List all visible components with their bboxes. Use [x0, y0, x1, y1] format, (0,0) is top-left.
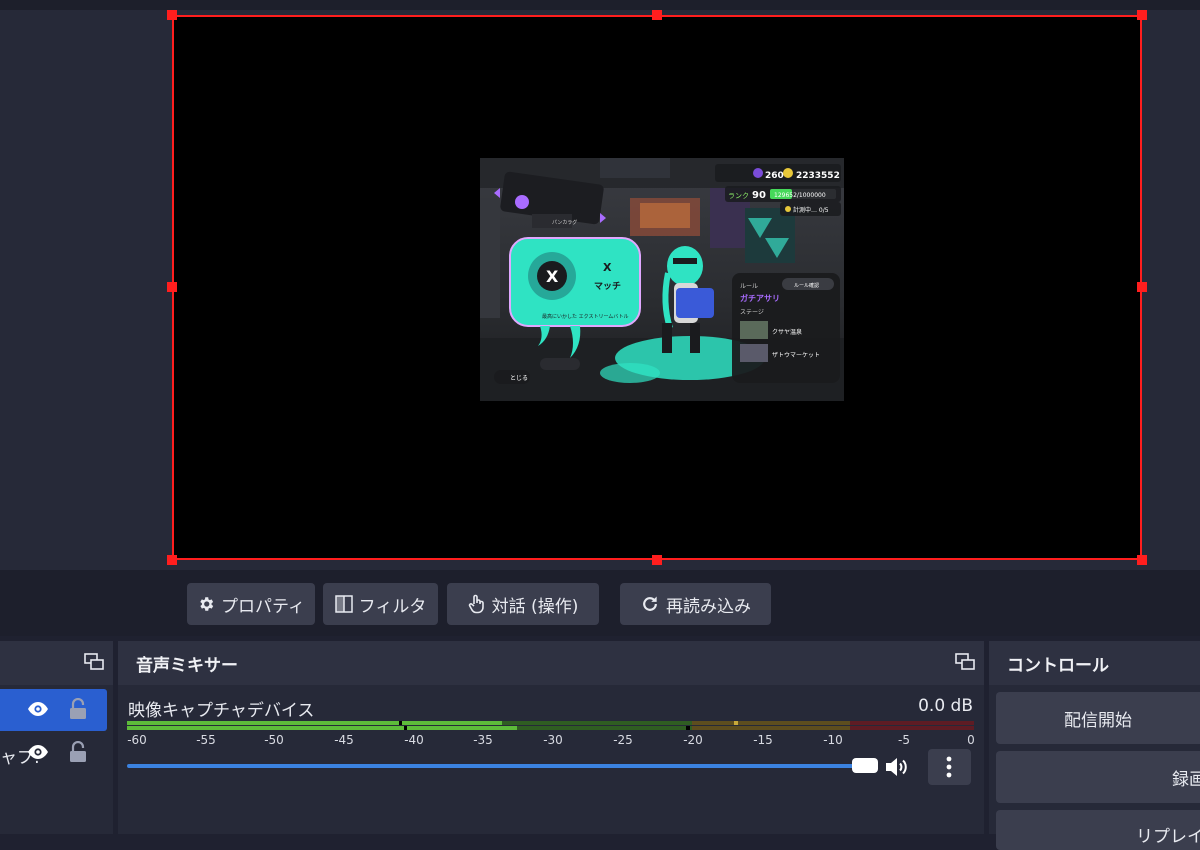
sources-dock: ャプ:: [0, 641, 113, 834]
filters-button[interactable]: フィルタ: [323, 583, 438, 625]
game-scene: 260 2233552 ランク 90 129652/1000000 計測中… 0…: [480, 158, 844, 401]
properties-button[interactable]: プロパティ: [187, 583, 315, 625]
meter-l-red: [850, 721, 974, 725]
interact-button[interactable]: 対話 (操作): [447, 583, 599, 625]
tick-label: -20: [683, 733, 703, 747]
rules-header: ルール: [740, 283, 758, 290]
tick-label: -15: [753, 733, 773, 747]
meter-l-yellow: [692, 721, 850, 725]
resize-handle-bottom-right[interactable]: [1137, 555, 1147, 565]
filters-label: フィルタ: [358, 596, 427, 617]
undock-icon[interactable]: [955, 653, 975, 671]
meter-l-peak-hold: [734, 721, 738, 725]
tick-label: -55: [196, 733, 216, 747]
eye-icon[interactable]: [27, 744, 49, 760]
tick-label: -30: [543, 733, 563, 747]
hud-rank: 90: [752, 190, 766, 201]
resize-handle-top[interactable]: [652, 10, 662, 20]
tick-label: -10: [823, 733, 843, 747]
meter-r-peak-hold: [686, 726, 690, 730]
reload-button[interactable]: 再読み込み: [620, 583, 771, 625]
filter-icon: [334, 595, 353, 613]
stage-1: クサヤ温泉: [772, 328, 802, 336]
unlock-icon[interactable]: [69, 741, 87, 763]
meter-r-yellow: [692, 726, 850, 730]
tick-label: -45: [334, 733, 354, 747]
meter-r-peak: [404, 726, 407, 730]
meter-r-active: [127, 726, 517, 730]
reload-label: 再読み込み: [666, 596, 751, 617]
volume-slider-track[interactable]: [127, 764, 861, 768]
meter-l-peak: [399, 721, 402, 725]
mixer-track-name: 映像キャプチャデバイス: [128, 701, 315, 721]
source-toolbar: [0, 570, 1200, 636]
reload-icon: [643, 596, 657, 611]
hud-xp: 129652/1000000: [774, 192, 826, 199]
mixer-menu-button[interactable]: [928, 749, 971, 785]
volume-slider-handle[interactable]: [852, 758, 878, 773]
replay-buffer-button[interactable]: リプレイバ: [996, 810, 1200, 850]
interact-label: 対話 (操作): [491, 596, 579, 617]
rule-name: ガチアサリ: [740, 293, 780, 303]
meter-r-green: [517, 726, 692, 730]
source-item-selected[interactable]: [0, 689, 107, 731]
start-streaming-button[interactable]: 配信開始: [996, 692, 1200, 744]
controls-title: コントロール: [1007, 655, 1109, 676]
hud-level: 260: [765, 171, 784, 181]
rules-button: ルール確認: [794, 282, 819, 289]
start-recording-label: 録画: [1172, 769, 1200, 790]
resize-handle-bottom[interactable]: [652, 555, 662, 565]
meter-l-active: [127, 721, 502, 725]
resize-handle-top-right[interactable]: [1137, 10, 1147, 20]
tick-label: 0: [967, 733, 975, 747]
tick-label: -25: [613, 733, 633, 747]
source-item[interactable]: ャプ:: [0, 732, 107, 774]
gear-icon: [200, 597, 214, 611]
hud-challenge: 計測中… 0/5: [793, 206, 829, 214]
resize-handle-bottom-left[interactable]: [167, 555, 177, 565]
top-strip: [0, 0, 1200, 10]
hand-pointer-icon: [468, 594, 484, 614]
hud-rank-label: ランク: [728, 192, 749, 200]
start-streaming-label: 配信開始: [1064, 710, 1132, 731]
x-title: X: [603, 261, 612, 274]
resize-handle-right[interactable]: [1137, 282, 1147, 292]
properties-label: プロパティ: [221, 596, 305, 617]
eye-icon[interactable]: [27, 701, 49, 717]
tick-label: -40: [404, 733, 424, 747]
hud-coins: 2233552: [796, 171, 840, 181]
back-prompt: とじる: [510, 375, 528, 382]
meter-l-green: [502, 721, 692, 725]
x-badge: X: [546, 267, 559, 286]
controls-header: コントロール: [989, 641, 1200, 685]
tick-label: -35: [473, 733, 493, 747]
resize-handle-left[interactable]: [167, 282, 177, 292]
speaker-icon[interactable]: [885, 756, 911, 778]
resize-handle-top-left[interactable]: [167, 10, 177, 20]
svg-text:パンカラグ: パンカラグ: [552, 219, 577, 226]
stage-2: ザトウマーケット: [772, 351, 820, 359]
start-recording-button[interactable]: 録画: [996, 751, 1200, 803]
tick-label: -60: [127, 733, 147, 747]
game-capture-frame: 260 2233552 ランク 90 129652/1000000 計測中… 0…: [480, 158, 844, 401]
unlock-icon[interactable]: [69, 698, 87, 720]
audio-mixer-header: 音声ミキサー: [118, 641, 984, 685]
undock-icon[interactable]: [84, 653, 104, 671]
more-vertical-icon: [946, 756, 952, 778]
x-desc: 最高にいかした エクストリームバトル: [542, 313, 628, 320]
stage-header: ステージ: [740, 309, 764, 316]
mixer-volume-db: 0.0 dB: [918, 696, 973, 716]
audio-mixer-title: 音声ミキサー: [136, 655, 238, 676]
replay-buffer-label: リプレイバ: [1136, 827, 1200, 847]
tick-label: -5: [898, 733, 910, 747]
tick-label: -50: [264, 733, 284, 747]
meter-r-red: [850, 726, 974, 730]
x-sub: マッチ: [594, 281, 621, 292]
